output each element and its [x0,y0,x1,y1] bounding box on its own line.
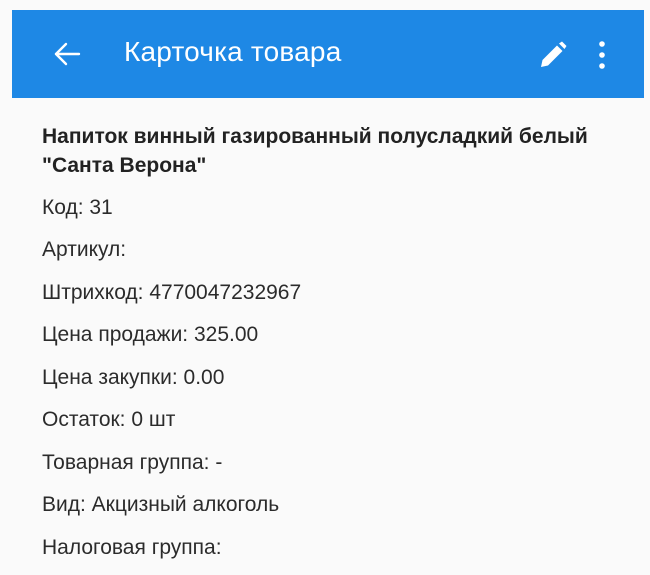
more-vertical-icon [599,41,605,69]
product-stock: Остаток: 0 шт [42,408,176,431]
product-purchase-price: Цена закупки: 0.00 [42,366,225,389]
product-group: Товарная группа: - [42,451,223,474]
product-kind: Вид: Акцизный алкоголь [42,493,280,516]
product-sale-price: Цена продажи: 325.00 [42,323,259,346]
product-article: Артикул: [42,238,127,261]
product-tax-group: Налоговая группа: [42,536,222,559]
back-button[interactable] [52,38,84,70]
product-details: Напиток винный газированный полусладкий … [12,98,644,575]
product-code: Код: 31 [42,196,113,219]
arrow-left-icon [54,42,81,66]
product-card-screen: Карточка товара Напиток винный газирован… [0,0,650,575]
product-name: Напиток винный газированный полусладкий … [42,125,588,177]
product-barcode: Штрихкод: 4770047232967 [42,281,302,304]
page-title: Карточка товара [124,36,342,67]
pencil-icon [541,41,567,67]
edit-button[interactable] [539,41,567,69]
more-options-button[interactable] [594,40,610,70]
app-bar: Карточка товара [12,10,644,98]
